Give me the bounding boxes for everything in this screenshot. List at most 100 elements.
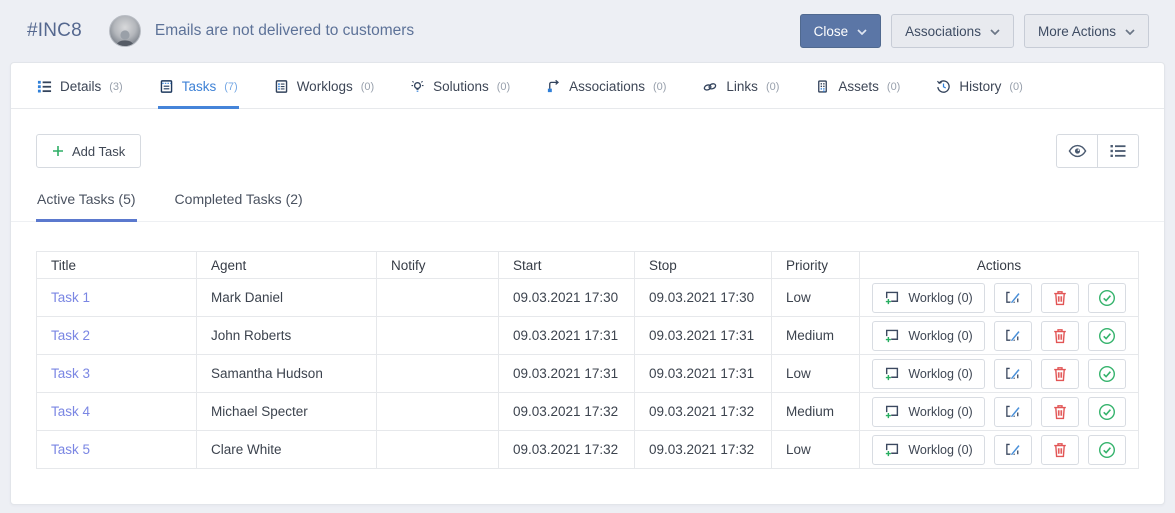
plus-icon [52,145,64,157]
chevron-down-icon [857,29,867,35]
solutions-lightbulb-icon [410,79,425,94]
header-actions: Close Associations More Actions [800,14,1149,48]
notify-cell [377,431,499,469]
tab-associations[interactable]: Associations(0) [545,63,667,109]
notify-cell [377,279,499,317]
task-link[interactable]: Task 4 [51,404,90,419]
links-chain-icon [702,80,718,94]
delete-task-button[interactable] [1041,359,1079,389]
check-circle-icon [1098,403,1116,421]
worklog-button[interactable]: Worklog (0) [872,321,984,351]
ticket-id: #INC8 [27,20,82,42]
delete-task-button[interactable] [1041,283,1079,313]
col-header-priority: Priority [772,252,860,279]
subtab-completed-tasks[interactable]: Completed Tasks (2) [174,185,304,222]
tab-history[interactable]: History(0) [935,63,1023,109]
worklog-add-icon [884,404,901,419]
edit-task-button[interactable] [994,435,1032,465]
table-row: Task 5 Clare White 09.03.2021 17:32 09.0… [37,431,1139,469]
worklog-add-icon [884,442,901,457]
tasks-table: Title Agent Notify Start Stop Priority A… [36,251,1139,469]
chevron-down-icon [1125,29,1135,35]
complete-task-button[interactable] [1088,435,1126,465]
edit-task-button[interactable] [994,397,1032,427]
delete-task-button[interactable] [1041,397,1079,427]
worklog-button[interactable]: Worklog (0) [872,435,984,465]
tab-bar: Details(3) Tasks(7) Worklogs(0) Solution… [11,63,1164,109]
start-cell: 09.03.2021 17:30 [499,279,635,317]
stop-cell: 09.03.2021 17:30 [635,279,772,317]
notify-cell [377,355,499,393]
agent-cell: Samantha Hudson [197,355,377,393]
eye-icon [1068,144,1087,158]
table-header-row: Title Agent Notify Start Stop Priority A… [37,252,1139,279]
edit-icon [1004,442,1021,457]
tab-assets[interactable]: Assets(0) [814,63,901,109]
notify-cell [377,317,499,355]
task-link[interactable]: Task 5 [51,442,90,457]
tab-details[interactable]: Details(3) [36,63,124,109]
check-circle-icon [1098,327,1116,345]
ticket-header: #INC8 Emails are not delivered to custom… [0,0,1175,62]
trash-icon [1053,404,1067,420]
list-view-button[interactable] [1097,134,1139,168]
priority-cell: Low [772,355,860,393]
col-header-stop: Stop [635,252,772,279]
worklog-add-icon [884,366,901,381]
more-actions-button[interactable]: More Actions [1024,14,1149,48]
tasks-clipboard-icon [159,79,174,94]
col-header-notify: Notify [377,252,499,279]
view-toggle-group [1056,134,1139,168]
worklog-add-icon [884,290,901,305]
start-cell: 09.03.2021 17:32 [499,431,635,469]
delete-task-button[interactable] [1041,321,1079,351]
close-button[interactable]: Close [800,14,882,48]
edit-task-button[interactable] [994,359,1032,389]
task-link[interactable]: Task 3 [51,366,90,381]
list-view-icon [1110,144,1126,158]
col-header-start: Start [499,252,635,279]
agent-cell: Michael Specter [197,393,377,431]
col-header-title: Title [37,252,197,279]
stop-cell: 09.03.2021 17:31 [635,317,772,355]
task-link[interactable]: Task 2 [51,328,90,343]
chevron-down-icon [990,29,1000,35]
trash-icon [1053,442,1067,458]
associations-button[interactable]: Associations [891,14,1014,48]
tab-links[interactable]: Links(0) [701,63,780,109]
tasks-toolbar: Add Task [11,109,1164,168]
priority-cell: Medium [772,317,860,355]
complete-task-button[interactable] [1088,397,1126,427]
worklog-button[interactable]: Worklog (0) [872,283,984,313]
preview-toggle-button[interactable] [1056,134,1098,168]
delete-task-button[interactable] [1041,435,1079,465]
col-header-actions: Actions [860,252,1139,279]
check-circle-icon [1098,441,1116,459]
add-task-button[interactable]: Add Task [36,134,141,168]
tab-worklogs[interactable]: Worklogs(0) [273,63,375,109]
tab-tasks[interactable]: Tasks(7) [158,63,239,109]
associations-flow-icon [546,79,561,94]
worklog-button[interactable]: Worklog (0) [872,397,984,427]
stop-cell: 09.03.2021 17:32 [635,393,772,431]
complete-task-button[interactable] [1088,321,1126,351]
table-row: Task 3 Samantha Hudson 09.03.2021 17:31 … [37,355,1139,393]
complete-task-button[interactable] [1088,283,1126,313]
task-link[interactable]: Task 1 [51,290,90,305]
worklog-add-icon [884,328,901,343]
edit-task-button[interactable] [994,321,1032,351]
complete-task-button[interactable] [1088,359,1126,389]
edit-task-button[interactable] [994,283,1032,313]
incident-page: #INC8 Emails are not delivered to custom… [0,0,1175,513]
stop-cell: 09.03.2021 17:32 [635,431,772,469]
start-cell: 09.03.2021 17:32 [499,393,635,431]
assets-building-icon [815,79,830,94]
subtab-active-tasks[interactable]: Active Tasks (5) [36,185,137,222]
ticket-detail-card: Details(3) Tasks(7) Worklogs(0) Solution… [10,62,1165,505]
worklogs-notes-icon [274,79,289,94]
edit-icon [1004,290,1021,305]
tab-solutions[interactable]: Solutions(0) [409,63,511,109]
ticket-title: Emails are not delivered to customers [155,22,414,40]
notify-cell [377,393,499,431]
worklog-button[interactable]: Worklog (0) [872,359,984,389]
